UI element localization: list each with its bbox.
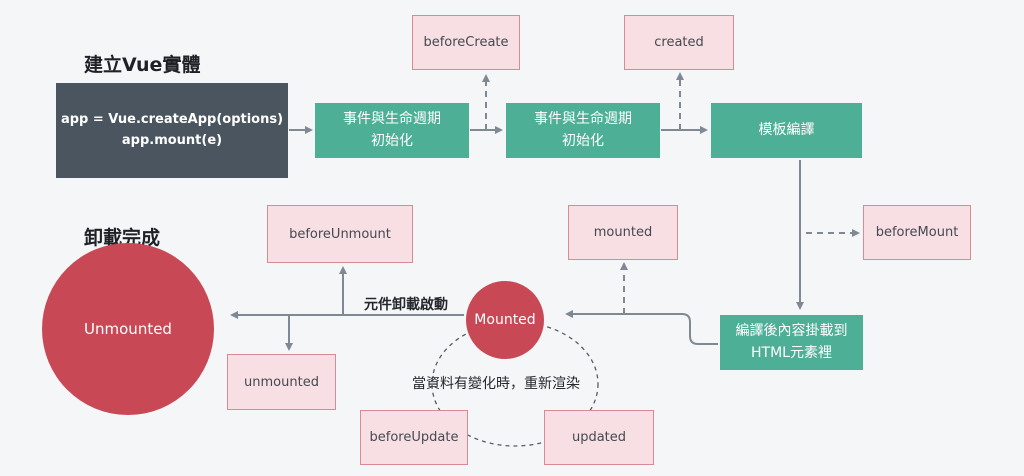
hook-beforeUpdate: beforeUpdate: [360, 410, 468, 465]
title-create-instance: 建立Vue實體: [84, 54, 201, 76]
hook-updated: updated: [544, 410, 654, 465]
mount-to-html-element: 編譯後內容掛載到 HTML元素裡: [720, 315, 863, 370]
state-unmounted: Unmounted: [42, 243, 214, 415]
label-unmount-trigger: 元件卸載啟動: [364, 297, 448, 313]
arrow-mount-to-mounted-state: [565, 310, 718, 345]
init-events-lifecycle-1: 事件與生命週期 初始化: [315, 103, 469, 158]
hook-beforeMount: beforeMount: [863, 205, 971, 260]
create-app-box: app = Vue.createApp(options) app.mount(e…: [56, 83, 288, 178]
hook-created: created: [624, 15, 734, 70]
hook-beforeCreate: beforeCreate: [412, 15, 520, 70]
hook-mounted: mounted: [568, 205, 678, 260]
hook-beforeUnmount: beforeUnmount: [267, 205, 413, 263]
state-mounted: Mounted: [466, 281, 544, 359]
template-compile: 模板編譯: [711, 103, 862, 158]
init-events-lifecycle-2: 事件與生命週期 初始化: [506, 103, 660, 158]
hook-unmounted: unmounted: [227, 354, 336, 410]
label-update-rerender: 當資料有變化時，重新渲染: [412, 376, 580, 392]
